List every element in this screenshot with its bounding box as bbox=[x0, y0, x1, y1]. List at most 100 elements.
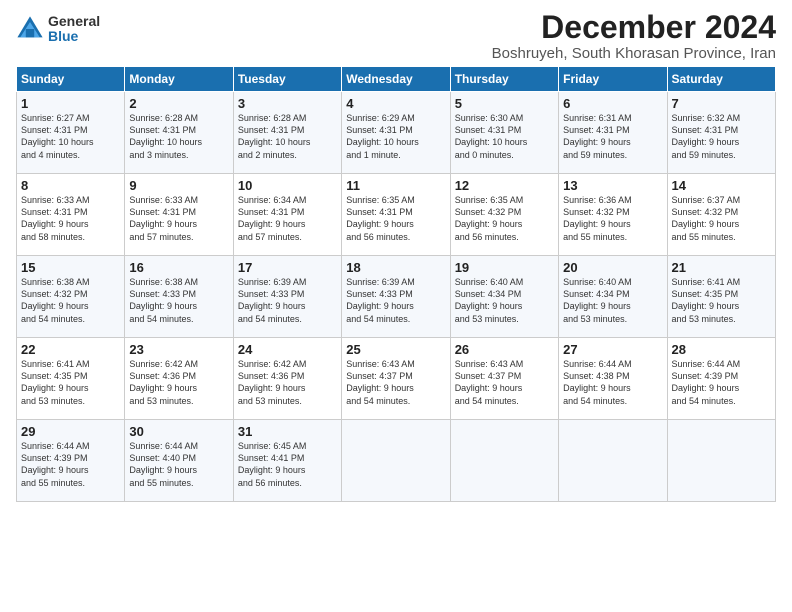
table-row: 28Sunrise: 6:44 AM Sunset: 4:39 PM Dayli… bbox=[667, 338, 775, 420]
table-row: 29Sunrise: 6:44 AM Sunset: 4:39 PM Dayli… bbox=[17, 420, 125, 502]
header-monday: Monday bbox=[125, 67, 233, 92]
calendar-header-row: Sunday Monday Tuesday Wednesday Thursday… bbox=[17, 67, 776, 92]
day-number: 23 bbox=[129, 342, 228, 357]
day-detail: Sunrise: 6:35 AM Sunset: 4:31 PM Dayligh… bbox=[346, 194, 445, 243]
logo: General Blue bbox=[16, 14, 100, 45]
day-number: 6 bbox=[563, 96, 662, 111]
calendar-week-row: 22Sunrise: 6:41 AM Sunset: 4:35 PM Dayli… bbox=[17, 338, 776, 420]
day-detail: Sunrise: 6:38 AM Sunset: 4:33 PM Dayligh… bbox=[129, 276, 228, 325]
day-number: 19 bbox=[455, 260, 554, 275]
table-row: 9Sunrise: 6:33 AM Sunset: 4:31 PM Daylig… bbox=[125, 174, 233, 256]
day-number: 28 bbox=[672, 342, 771, 357]
table-row: 16Sunrise: 6:38 AM Sunset: 4:33 PM Dayli… bbox=[125, 256, 233, 338]
calendar-week-row: 8Sunrise: 6:33 AM Sunset: 4:31 PM Daylig… bbox=[17, 174, 776, 256]
day-detail: Sunrise: 6:41 AM Sunset: 4:35 PM Dayligh… bbox=[21, 358, 120, 407]
logo-general-text: General bbox=[48, 14, 100, 29]
table-row: 5Sunrise: 6:30 AM Sunset: 4:31 PM Daylig… bbox=[450, 92, 558, 174]
table-row: 12Sunrise: 6:35 AM Sunset: 4:32 PM Dayli… bbox=[450, 174, 558, 256]
day-detail: Sunrise: 6:44 AM Sunset: 4:38 PM Dayligh… bbox=[563, 358, 662, 407]
day-number: 7 bbox=[672, 96, 771, 111]
day-number: 1 bbox=[21, 96, 120, 111]
table-row: 13Sunrise: 6:36 AM Sunset: 4:32 PM Dayli… bbox=[559, 174, 667, 256]
table-row bbox=[342, 420, 450, 502]
day-detail: Sunrise: 6:44 AM Sunset: 4:39 PM Dayligh… bbox=[672, 358, 771, 407]
header-wednesday: Wednesday bbox=[342, 67, 450, 92]
day-number: 24 bbox=[238, 342, 337, 357]
day-detail: Sunrise: 6:30 AM Sunset: 4:31 PM Dayligh… bbox=[455, 112, 554, 161]
table-row: 10Sunrise: 6:34 AM Sunset: 4:31 PM Dayli… bbox=[233, 174, 341, 256]
day-detail: Sunrise: 6:39 AM Sunset: 4:33 PM Dayligh… bbox=[346, 276, 445, 325]
day-number: 14 bbox=[672, 178, 771, 193]
day-detail: Sunrise: 6:33 AM Sunset: 4:31 PM Dayligh… bbox=[21, 194, 120, 243]
day-number: 4 bbox=[346, 96, 445, 111]
logo-blue-text: Blue bbox=[48, 29, 100, 44]
day-number: 20 bbox=[563, 260, 662, 275]
table-row: 2Sunrise: 6:28 AM Sunset: 4:31 PM Daylig… bbox=[125, 92, 233, 174]
logo-text: General Blue bbox=[48, 14, 100, 45]
table-row: 3Sunrise: 6:28 AM Sunset: 4:31 PM Daylig… bbox=[233, 92, 341, 174]
day-number: 3 bbox=[238, 96, 337, 111]
day-detail: Sunrise: 6:27 AM Sunset: 4:31 PM Dayligh… bbox=[21, 112, 120, 161]
table-row bbox=[450, 420, 558, 502]
day-detail: Sunrise: 6:44 AM Sunset: 4:40 PM Dayligh… bbox=[129, 440, 228, 489]
day-number: 25 bbox=[346, 342, 445, 357]
day-number: 30 bbox=[129, 424, 228, 439]
table-row: 6Sunrise: 6:31 AM Sunset: 4:31 PM Daylig… bbox=[559, 92, 667, 174]
day-detail: Sunrise: 6:42 AM Sunset: 4:36 PM Dayligh… bbox=[238, 358, 337, 407]
table-row: 25Sunrise: 6:43 AM Sunset: 4:37 PM Dayli… bbox=[342, 338, 450, 420]
day-number: 16 bbox=[129, 260, 228, 275]
table-row: 30Sunrise: 6:44 AM Sunset: 4:40 PM Dayli… bbox=[125, 420, 233, 502]
day-detail: Sunrise: 6:45 AM Sunset: 4:41 PM Dayligh… bbox=[238, 440, 337, 489]
day-detail: Sunrise: 6:31 AM Sunset: 4:31 PM Dayligh… bbox=[563, 112, 662, 161]
calendar-week-row: 29Sunrise: 6:44 AM Sunset: 4:39 PM Dayli… bbox=[17, 420, 776, 502]
day-number: 10 bbox=[238, 178, 337, 193]
header-saturday: Saturday bbox=[667, 67, 775, 92]
table-row: 20Sunrise: 6:40 AM Sunset: 4:34 PM Dayli… bbox=[559, 256, 667, 338]
day-detail: Sunrise: 6:44 AM Sunset: 4:39 PM Dayligh… bbox=[21, 440, 120, 489]
table-row: 4Sunrise: 6:29 AM Sunset: 4:31 PM Daylig… bbox=[342, 92, 450, 174]
table-row: 27Sunrise: 6:44 AM Sunset: 4:38 PM Dayli… bbox=[559, 338, 667, 420]
table-row: 17Sunrise: 6:39 AM Sunset: 4:33 PM Dayli… bbox=[233, 256, 341, 338]
table-row: 15Sunrise: 6:38 AM Sunset: 4:32 PM Dayli… bbox=[17, 256, 125, 338]
day-number: 18 bbox=[346, 260, 445, 275]
day-number: 27 bbox=[563, 342, 662, 357]
day-detail: Sunrise: 6:40 AM Sunset: 4:34 PM Dayligh… bbox=[563, 276, 662, 325]
day-number: 8 bbox=[21, 178, 120, 193]
table-row: 7Sunrise: 6:32 AM Sunset: 4:31 PM Daylig… bbox=[667, 92, 775, 174]
calendar-table: Sunday Monday Tuesday Wednesday Thursday… bbox=[16, 66, 776, 502]
table-row: 1Sunrise: 6:27 AM Sunset: 4:31 PM Daylig… bbox=[17, 92, 125, 174]
day-number: 22 bbox=[21, 342, 120, 357]
header-thursday: Thursday bbox=[450, 67, 558, 92]
day-number: 26 bbox=[455, 342, 554, 357]
day-detail: Sunrise: 6:36 AM Sunset: 4:32 PM Dayligh… bbox=[563, 194, 662, 243]
table-row: 31Sunrise: 6:45 AM Sunset: 4:41 PM Dayli… bbox=[233, 420, 341, 502]
month-title: December 2024 bbox=[492, 10, 776, 45]
table-row: 14Sunrise: 6:37 AM Sunset: 4:32 PM Dayli… bbox=[667, 174, 775, 256]
calendar-week-row: 15Sunrise: 6:38 AM Sunset: 4:32 PM Dayli… bbox=[17, 256, 776, 338]
day-number: 13 bbox=[563, 178, 662, 193]
header-sunday: Sunday bbox=[17, 67, 125, 92]
day-detail: Sunrise: 6:32 AM Sunset: 4:31 PM Dayligh… bbox=[672, 112, 771, 161]
table-row: 19Sunrise: 6:40 AM Sunset: 4:34 PM Dayli… bbox=[450, 256, 558, 338]
table-row: 11Sunrise: 6:35 AM Sunset: 4:31 PM Dayli… bbox=[342, 174, 450, 256]
header-friday: Friday bbox=[559, 67, 667, 92]
table-row: 22Sunrise: 6:41 AM Sunset: 4:35 PM Dayli… bbox=[17, 338, 125, 420]
day-detail: Sunrise: 6:33 AM Sunset: 4:31 PM Dayligh… bbox=[129, 194, 228, 243]
table-row: 21Sunrise: 6:41 AM Sunset: 4:35 PM Dayli… bbox=[667, 256, 775, 338]
day-detail: Sunrise: 6:43 AM Sunset: 4:37 PM Dayligh… bbox=[455, 358, 554, 407]
day-detail: Sunrise: 6:28 AM Sunset: 4:31 PM Dayligh… bbox=[238, 112, 337, 161]
table-row bbox=[559, 420, 667, 502]
day-detail: Sunrise: 6:43 AM Sunset: 4:37 PM Dayligh… bbox=[346, 358, 445, 407]
day-detail: Sunrise: 6:34 AM Sunset: 4:31 PM Dayligh… bbox=[238, 194, 337, 243]
location-subtitle: Boshruyeh, South Khorasan Province, Iran bbox=[492, 45, 776, 62]
title-block: December 2024 Boshruyeh, South Khorasan … bbox=[492, 10, 776, 62]
table-row: 23Sunrise: 6:42 AM Sunset: 4:36 PM Dayli… bbox=[125, 338, 233, 420]
day-detail: Sunrise: 6:28 AM Sunset: 4:31 PM Dayligh… bbox=[129, 112, 228, 161]
logo-icon bbox=[16, 15, 44, 43]
day-number: 11 bbox=[346, 178, 445, 193]
day-number: 17 bbox=[238, 260, 337, 275]
day-detail: Sunrise: 6:35 AM Sunset: 4:32 PM Dayligh… bbox=[455, 194, 554, 243]
day-number: 9 bbox=[129, 178, 228, 193]
day-number: 15 bbox=[21, 260, 120, 275]
day-detail: Sunrise: 6:39 AM Sunset: 4:33 PM Dayligh… bbox=[238, 276, 337, 325]
